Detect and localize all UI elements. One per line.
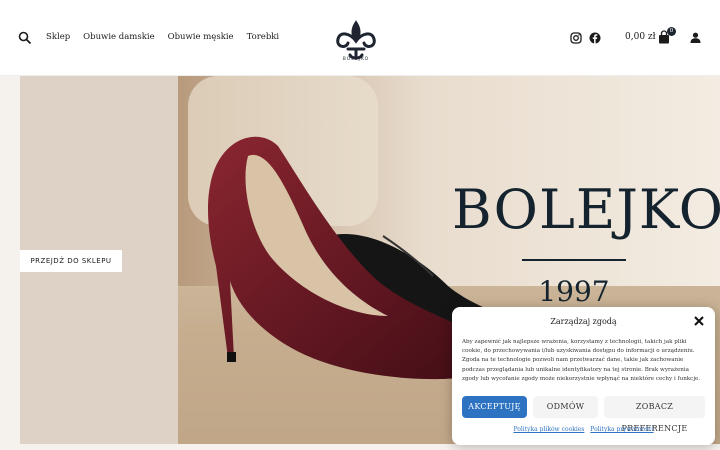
user-icon[interactable] (690, 32, 701, 43)
nav-item-women-shoes[interactable]: Obuwie damskie (83, 32, 154, 42)
main-nav: Sklep Obuwie damskie Obuwie męskie Toreb… (46, 32, 292, 42)
deny-button[interactable]: ODMÓW (533, 396, 598, 418)
shop-cta-button[interactable]: PRZEJDŹ DO SKLEPU (20, 250, 122, 272)
instagram-icon[interactable] (570, 32, 582, 44)
nav-item-shop[interactable]: Sklep (46, 32, 70, 42)
consent-title: Zarządzaj zgodą (550, 317, 617, 326)
consent-text: Aby zapewnić jak najlepsze wrażenia, kor… (462, 339, 701, 382)
nav-item-handbags[interactable]: Torebki (247, 32, 280, 42)
accept-button[interactable]: AKCEPTUJĘ (462, 396, 527, 418)
consent-links: Polityka plików cookies Polityka prywatn… (452, 426, 715, 433)
preferences-button[interactable]: ZOBACZ PREFERENCJE (604, 396, 705, 433)
facebook-icon[interactable] (589, 32, 601, 44)
privacy-policy-link[interactable]: Polityka prywatności (590, 426, 653, 433)
close-icon[interactable] (694, 316, 704, 326)
cookie-consent-dialog: Zarządzaj zgodą Aby zapewnić jak najleps… (452, 307, 715, 445)
hero-year: 1997 (538, 275, 610, 308)
hero-divider (522, 259, 626, 261)
logo-wordmark: BOLEJKO (342, 57, 370, 62)
site-header: Sklep Obuwie damskie Obuwie męskie Toreb… (0, 0, 720, 76)
search-icon[interactable] (18, 31, 32, 45)
cart-total[interactable]: 0,00 zł (625, 32, 656, 42)
cart-count-badge: 0 (667, 27, 676, 36)
hero-brand-title: BOLEJKO (452, 178, 720, 241)
nav-item-men-shoes[interactable]: Obuwie męskie (168, 32, 234, 42)
cookie-policy-link[interactable]: Polityka plików cookies (513, 426, 584, 433)
